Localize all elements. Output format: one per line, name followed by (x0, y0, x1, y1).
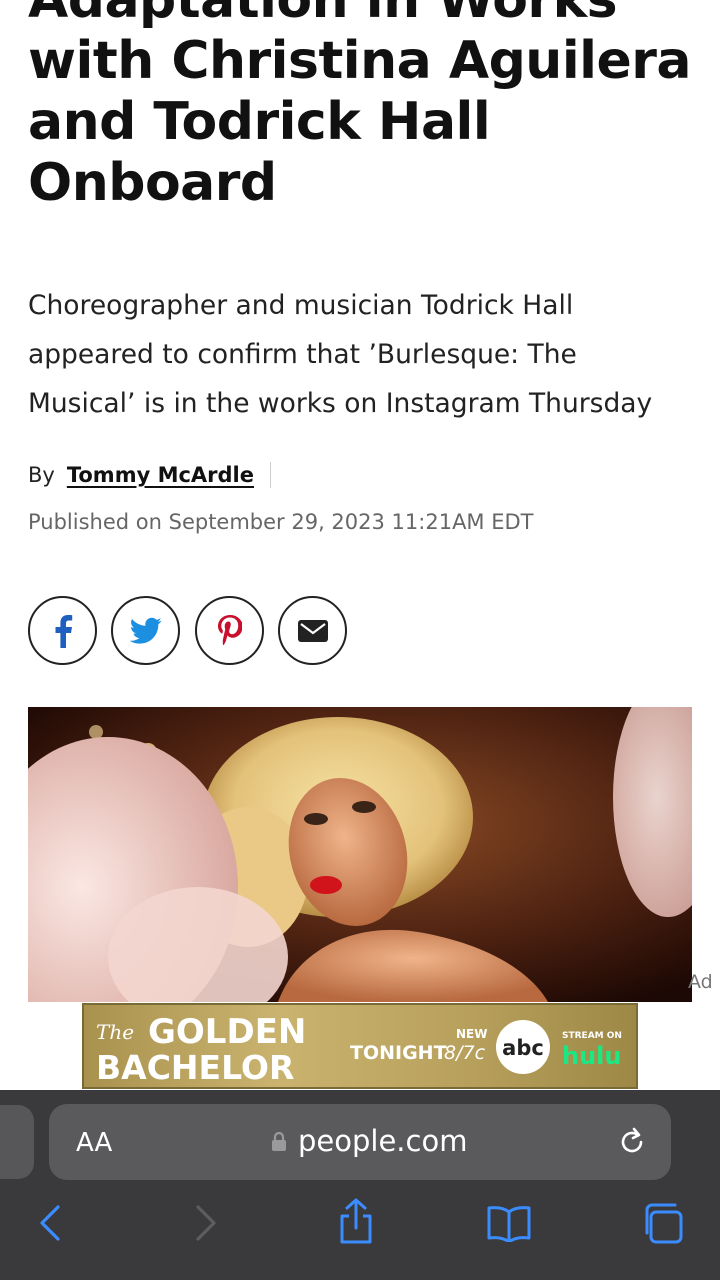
back-icon[interactable] (38, 1203, 62, 1243)
ad-banner[interactable]: The GOLDEN BACHELOR NEW TONIGHT 8/7c abc… (82, 1003, 638, 1089)
previous-tab-pill[interactable] (0, 1105, 34, 1179)
ad-time: 8/7c (444, 1042, 486, 1064)
bookmarks-icon[interactable] (486, 1206, 532, 1242)
reader-settings-button[interactable]: AA (76, 1128, 112, 1158)
headline-line: Adaptation in Works (28, 0, 618, 30)
ad-label: Ad (688, 971, 713, 993)
byline-divider (270, 462, 271, 488)
facebook-share-button[interactable] (28, 596, 97, 665)
headline-line: and Todrick Hall (28, 92, 491, 152)
pinterest-share-button[interactable] (195, 596, 264, 665)
hero-image[interactable] (28, 707, 692, 1002)
hero-photo-illustration (28, 707, 692, 1002)
headline-line: Onboard (28, 153, 277, 213)
byline: By Tommy McArdle (28, 462, 271, 488)
ad-network: abc (502, 1036, 544, 1060)
lock-icon (272, 1131, 286, 1151)
ad-new: NEW (456, 1027, 487, 1041)
article-dek: Choreographer and musician Todrick Hall … (28, 281, 700, 428)
pinterest-icon (217, 614, 242, 645)
byline-prefix: By (28, 463, 55, 487)
forward-icon[interactable] (194, 1203, 218, 1243)
twitter-share-button[interactable] (111, 596, 180, 665)
reload-icon[interactable] (619, 1127, 647, 1157)
headline-line: with Christina Aguilera (28, 31, 691, 91)
aa-label: AA (76, 1128, 113, 1158)
ad-title-line1: GOLDEN (148, 1012, 306, 1052)
tabs-icon[interactable] (640, 1202, 684, 1244)
email-share-button[interactable] (278, 596, 347, 665)
dek-line: appeared to confirm that ’Burlesque: The (28, 339, 577, 370)
ad-title-line2: BACHELOR (96, 1048, 294, 1087)
url-domain[interactable]: people.com (298, 1124, 467, 1158)
share-icon[interactable] (336, 1197, 376, 1245)
ad-streamer: hulu (562, 1042, 621, 1070)
golden-bachelor-ad-art: The GOLDEN BACHELOR NEW TONIGHT 8/7c abc… (96, 1012, 622, 1087)
facebook-icon (55, 614, 72, 648)
ad-title-prefix: The (96, 1020, 134, 1044)
email-icon (297, 619, 328, 642)
ad-tonight: TONIGHT (350, 1042, 447, 1064)
author-link[interactable]: Tommy McArdle (67, 463, 254, 487)
dek-line: Musical’ is in the works on Instagram Th… (28, 388, 653, 419)
publish-date: Published on September 29, 2023 11:21AM … (28, 510, 534, 534)
dek-line: Choreographer and musician Todrick Hall (28, 290, 574, 321)
ad-stream-on: STREAM ON (562, 1031, 622, 1041)
article-headline: Adaptation in Works with Christina Aguil… (28, 0, 700, 214)
twitter-icon (129, 617, 161, 644)
